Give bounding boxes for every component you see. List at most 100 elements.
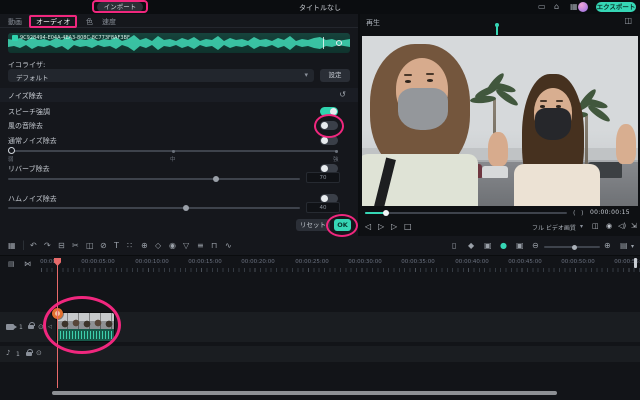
normal-noise-slider[interactable]	[8, 147, 338, 154]
tab-video[interactable]: 動画	[8, 17, 22, 27]
toggle-knob	[321, 195, 328, 202]
tab-audio[interactable]: オーディオ	[36, 17, 71, 27]
media-track-icon[interactable]: ▤	[8, 261, 15, 268]
track-manager-icon[interactable]: ▤	[620, 242, 628, 250]
home-icon[interactable]: ⌂	[554, 3, 559, 11]
horizontal-scrollbar-thumb[interactable]	[52, 391, 557, 395]
undo-icon[interactable]: ↶	[30, 242, 37, 250]
text-tool-icon[interactable]: T	[114, 242, 119, 250]
slider-handle[interactable]	[213, 176, 219, 182]
seek-handle[interactable]	[383, 210, 389, 216]
reset-button[interactable]: リセット	[296, 219, 330, 231]
volume-envelope-line[interactable]	[323, 37, 324, 49]
auto-ripple-icon[interactable]: ●	[500, 242, 507, 250]
lock-icon[interactable]	[28, 322, 35, 329]
timeline-panel: ▦ │ ↶ ↷ ⊟ ✂ ◫ ⊘ T ∷ ⊕ ◇ ◉ ▽ ≡ ⊓ ∿ ▯ ◆ ▣ …	[0, 236, 640, 400]
mark-out-icon[interactable]: )	[581, 209, 584, 217]
wind-removal-toggle[interactable]	[320, 121, 338, 130]
vertical-scrollbar-thumb[interactable]	[634, 258, 637, 268]
slider-handle[interactable]	[8, 147, 15, 154]
equalizer-preset-value: デフォルト	[16, 74, 49, 82]
speaker-icon[interactable]: ◁)	[618, 223, 626, 230]
track-mute-icon[interactable]: ⊙	[36, 350, 42, 357]
chevron-down-icon[interactable]: ▾	[631, 244, 634, 250]
audio-properties-panel: 動画 オーディオ 色 速度 9C928494-E04A-4EA3-808C-8C…	[0, 14, 358, 236]
collapse-track-icon[interactable]: ◁	[48, 325, 52, 330]
play-icon[interactable]: ▷	[378, 223, 384, 231]
timeline-clip[interactable]	[57, 313, 114, 341]
slider-handle[interactable]	[183, 205, 189, 211]
mark-in-icon[interactable]: (	[573, 209, 576, 217]
monitor-icon[interactable]: ▭	[538, 3, 546, 11]
chroma-key-icon[interactable]: ≡	[197, 242, 204, 250]
equalizer-preset-select[interactable]: デフォルト ▾	[8, 69, 314, 82]
speech-enhancement-label: スピーチ強調	[8, 108, 50, 116]
hum-noise-slider[interactable]	[8, 205, 300, 211]
volume-keyframe-handle[interactable]	[336, 40, 342, 46]
fullscreen-icon[interactable]: ⇲	[631, 223, 637, 230]
import-button[interactable]: インポート	[97, 2, 143, 12]
tab-speed[interactable]: 速度	[102, 17, 116, 27]
transform-icon[interactable]: ∷	[127, 242, 132, 250]
dual-screen-icon[interactable]: ◫	[592, 223, 599, 230]
toggle-knob	[321, 165, 328, 172]
equalizer-settings-button[interactable]: 設定	[320, 69, 350, 82]
ok-button[interactable]: OK	[334, 219, 351, 231]
video-frame[interactable]	[362, 36, 638, 206]
preview-render-icon[interactable]: ▣	[516, 242, 524, 250]
track-visibility-icon[interactable]: ⊙	[38, 324, 44, 331]
redo-icon[interactable]: ↷	[44, 242, 51, 250]
crop-icon[interactable]: ◫	[86, 242, 94, 250]
link-icon[interactable]: ⋈	[24, 261, 31, 268]
reverb-slider[interactable]	[8, 176, 300, 182]
playhead-line[interactable]	[57, 258, 58, 388]
keyframe-icon[interactable]: ◇	[155, 242, 161, 250]
zoom-out-icon[interactable]: ⊖	[532, 242, 539, 250]
keyframe-diamond-icon[interactable]: ◆	[468, 242, 474, 250]
zoom-tool-icon[interactable]: ⊕	[141, 242, 148, 250]
display-mode-icon[interactable]: ◫	[624, 17, 632, 25]
speech-enhancement-toggle[interactable]	[320, 107, 338, 116]
grid-layout-icon[interactable]: ▦	[570, 3, 578, 11]
export-button[interactable]: エクスポート	[596, 2, 636, 12]
hum-value-input[interactable]: 40	[306, 202, 340, 213]
ruler-label: 00:00:05:00	[81, 259, 115, 265]
slider-handle[interactable]	[572, 244, 577, 250]
media-panel-icon[interactable]: ▦	[8, 242, 16, 250]
reset-section-icon[interactable]: ↺	[339, 90, 346, 99]
avatar[interactable]	[578, 2, 588, 12]
audio-track-lane[interactable]	[0, 346, 640, 362]
tab-color[interactable]: 色	[86, 17, 93, 27]
playback-quality-select[interactable]: フル ビデオ画質	[532, 223, 576, 232]
speed-icon[interactable]: ⊘	[100, 242, 107, 250]
zoom-in-icon[interactable]: ⊕	[604, 242, 611, 250]
video-track-icon	[6, 324, 17, 330]
timeline-zoom-slider[interactable]	[544, 244, 600, 250]
audio-track-icon: ♪	[6, 349, 11, 357]
audio-badge-icon	[12, 35, 18, 41]
seek-bar[interactable]	[365, 210, 567, 216]
split-icon[interactable]: ✂	[72, 242, 79, 250]
audio-track-number: 1	[16, 351, 20, 358]
phone-preview-icon[interactable]: ▯	[452, 242, 456, 250]
lock-icon[interactable]	[26, 349, 33, 356]
snapshot-icon[interactable]: ◉	[606, 223, 612, 230]
step-forward-icon[interactable]: ▷	[391, 223, 397, 231]
marker-icon[interactable]: ▽	[183, 242, 189, 250]
preview-marker-tick	[495, 23, 499, 35]
normal-noise-removal-label: 通常ノイズ除去	[8, 137, 57, 145]
delete-icon[interactable]: ⊟	[58, 242, 65, 250]
reverb-value-input[interactable]: 70	[306, 172, 340, 183]
snap-toggle-icon[interactable]: ▣	[484, 242, 492, 250]
stop-icon[interactable]: □	[404, 223, 412, 231]
skip-back-icon[interactable]: ◁	[365, 223, 371, 231]
normal-noise-removal-toggle[interactable]	[320, 136, 338, 145]
audio-clip-waveform[interactable]: 9C928494-E04A-4EA3-808C-8C773F8AF3BF	[8, 33, 350, 53]
slider-tick-mid	[172, 149, 175, 153]
preview-panel: 再生 ◫ () 00:00:00:15 ◁ ▷ ▷ □ フル ビデオ画質 ▾ …	[360, 14, 640, 236]
timeline-ruler[interactable]: ▤ ⋈ 00:00 00:00:05:00 00:00:10:00 00:00:…	[0, 258, 640, 272]
snap-icon[interactable]: ⊓	[211, 242, 217, 250]
audio-mixer-icon[interactable]: ∿	[225, 242, 232, 250]
record-icon[interactable]: ◉	[169, 242, 176, 250]
ruler-label: 00:00:30:00	[348, 259, 382, 265]
